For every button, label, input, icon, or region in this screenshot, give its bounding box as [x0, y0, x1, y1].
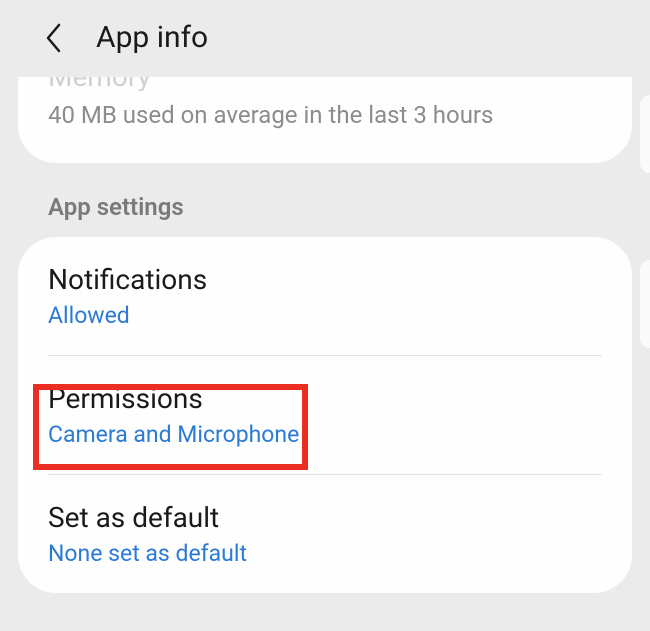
back-icon[interactable] — [40, 25, 66, 51]
set-as-default-row[interactable]: Set as default None set as default — [48, 475, 602, 593]
permissions-title: Permissions — [48, 382, 602, 415]
scrollbar-hint — [640, 95, 650, 173]
notifications-row[interactable]: Notifications Allowed — [48, 237, 602, 355]
settings-card: Notifications Allowed Permissions Camera… — [18, 237, 632, 593]
notifications-title: Notifications — [48, 263, 602, 296]
memory-subtitle: 40 MB used on average in the last 3 hour… — [48, 101, 602, 129]
page-title: App info — [96, 20, 208, 55]
set-as-default-subtitle: None set as default — [48, 540, 602, 567]
memory-title: Memory — [48, 77, 602, 91]
permissions-row[interactable]: Permissions Camera and Microphone — [48, 356, 602, 474]
notifications-subtitle: Allowed — [48, 302, 602, 329]
memory-card[interactable]: Memory 40 MB used on average in the last… — [18, 77, 632, 163]
set-as-default-title: Set as default — [48, 501, 602, 534]
permissions-subtitle: Camera and Microphone — [48, 421, 602, 448]
scrollbar-hint — [640, 260, 650, 348]
app-bar: App info — [0, 0, 650, 85]
section-header-app-settings: App settings — [0, 163, 650, 237]
